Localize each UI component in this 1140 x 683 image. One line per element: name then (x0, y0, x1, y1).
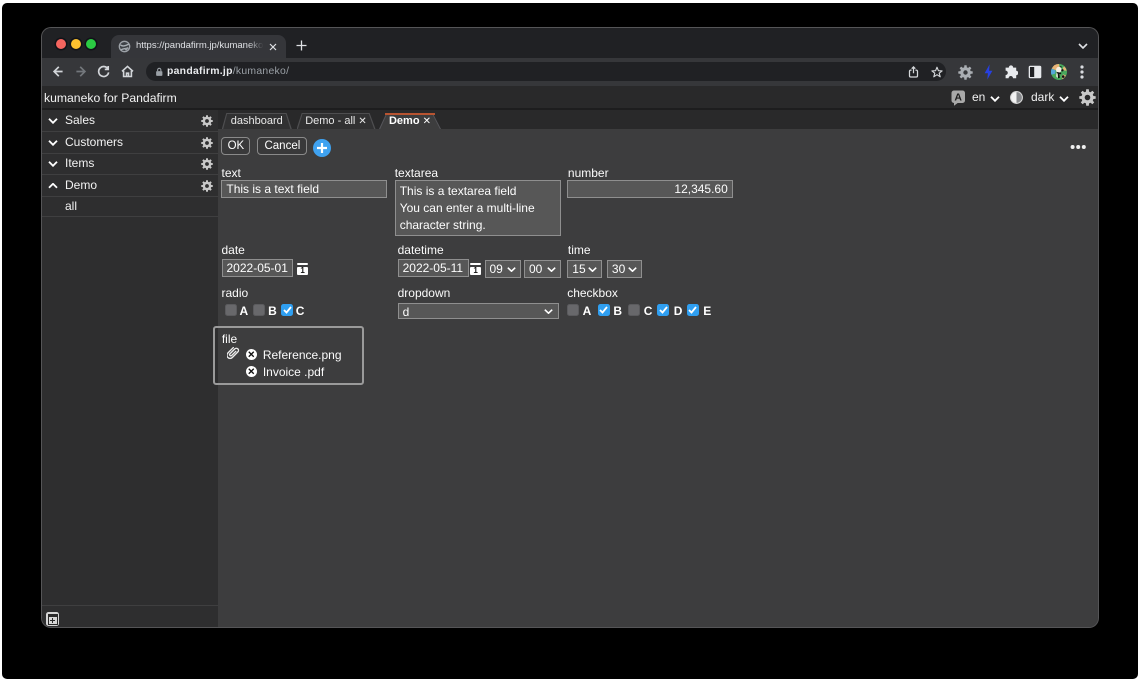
svg-text:A: A (954, 91, 962, 103)
